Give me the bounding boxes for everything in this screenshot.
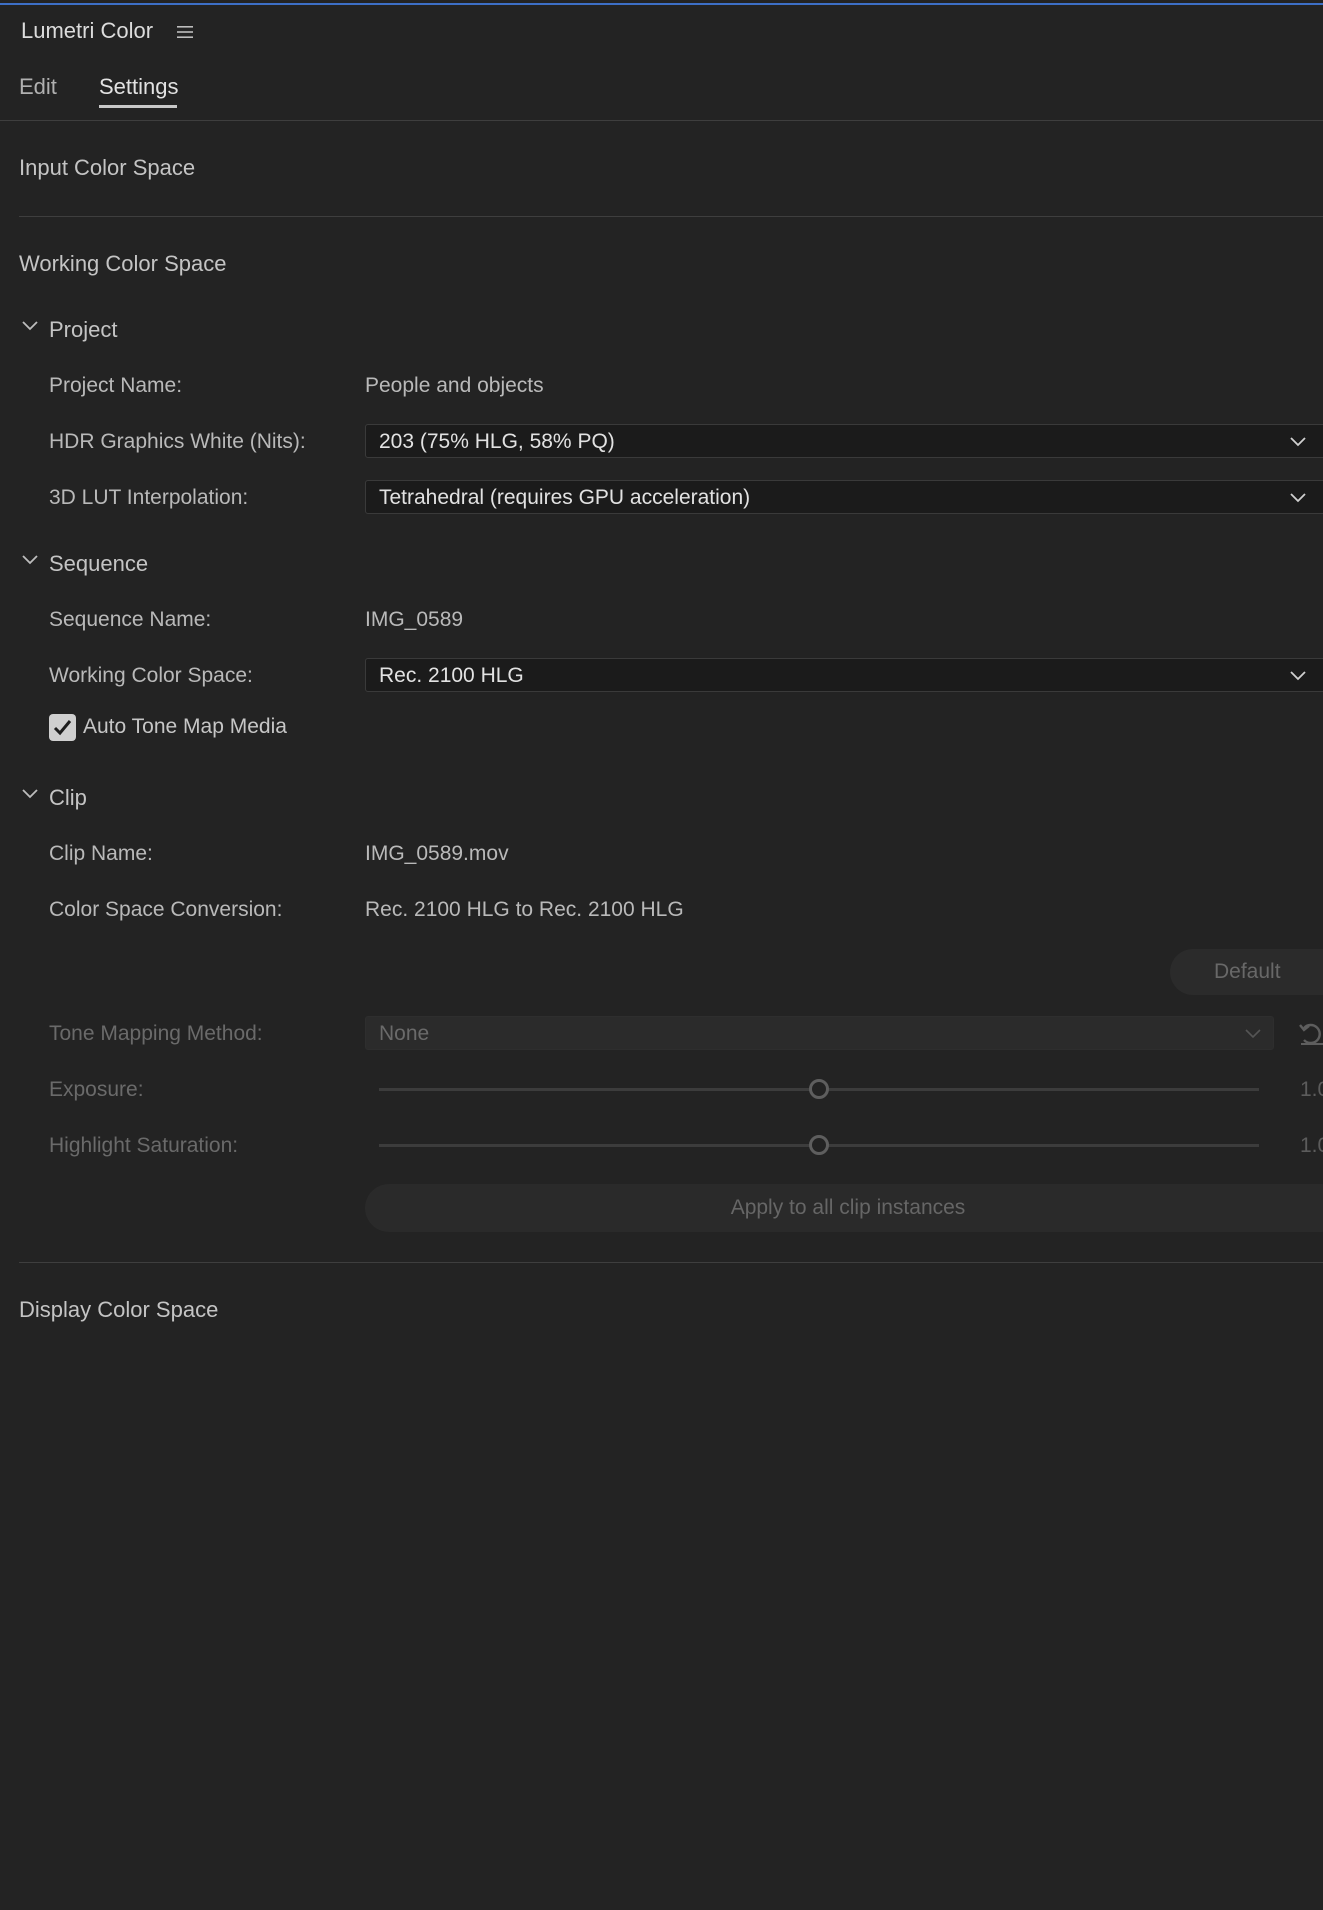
clip-name-label: Clip Name: <box>49 842 153 865</box>
apply-to-all-clips-button[interactable]: Apply to all clip instances <box>365 1184 1323 1232</box>
working-color-space-dropdown[interactable]: Rec. 2100 HLG <box>365 658 1323 692</box>
apply-to-all-clips-label: Apply to all clip instances <box>730 1196 966 1219</box>
highlight-saturation-slider-thumb[interactable] <box>809 1135 829 1155</box>
chevron-down-icon[interactable] <box>22 321 38 331</box>
project-name-label: Project Name: <box>49 374 183 397</box>
highlight-saturation-value[interactable]: 1.0 <box>1300 1134 1323 1158</box>
section-divider <box>19 1262 1323 1263</box>
reset-icon[interactable] <box>1298 1020 1323 1046</box>
chevron-down-icon <box>1245 1029 1261 1039</box>
tabs-divider <box>0 120 1323 121</box>
panel-top-accent <box>0 3 1323 5</box>
chevron-down-icon <box>1290 493 1306 503</box>
hdr-graphics-white-dropdown[interactable]: 203 (75% HLG, 58% PQ) <box>365 424 1323 458</box>
group-project-title[interactable]: Project <box>49 317 117 343</box>
default-button-label: Default <box>1214 960 1281 983</box>
working-color-space-label: Working Color Space: <box>49 664 253 687</box>
default-button[interactable]: Default <box>1170 949 1323 995</box>
tone-mapping-method-label: Tone Mapping Method: <box>49 1022 263 1045</box>
lut-interpolation-dropdown[interactable]: Tetrahedral (requires GPU acceleration) <box>365 480 1323 514</box>
exposure-slider-thumb[interactable] <box>809 1079 829 1099</box>
chevron-down-icon <box>1290 437 1306 447</box>
sequence-name-label: Sequence Name: <box>49 608 212 631</box>
hdr-graphics-white-value: 203 (75% HLG, 58% PQ) <box>379 430 615 453</box>
highlight-saturation-label: Highlight Saturation: <box>49 1134 239 1157</box>
highlight-saturation-slider[interactable] <box>379 1135 1259 1155</box>
hamburger-menu-icon[interactable] <box>177 25 193 39</box>
project-name-value: People and objects <box>365 374 544 397</box>
auto-tone-map-checkbox[interactable] <box>49 714 76 741</box>
section-divider <box>19 216 1323 217</box>
section-working-color-space[interactable]: Working Color Space <box>19 251 226 277</box>
hdr-graphics-white-label: HDR Graphics White (Nits): <box>49 430 306 453</box>
tab-settings[interactable]: Settings <box>99 74 179 100</box>
chevron-down-icon[interactable] <box>22 555 38 565</box>
section-input-color-space[interactable]: Input Color Space <box>19 155 195 181</box>
lut-interpolation-label: 3D LUT Interpolation: <box>49 486 249 509</box>
active-tab-indicator <box>99 105 177 108</box>
chevron-down-icon[interactable] <box>22 789 38 799</box>
working-color-space-value: Rec. 2100 HLG <box>379 664 524 687</box>
sequence-name-value: IMG_0589 <box>365 608 464 631</box>
tone-mapping-method-value: None <box>379 1022 430 1045</box>
lut-interpolation-value: Tetrahedral (requires GPU acceleration) <box>379 486 751 509</box>
section-display-color-space[interactable]: Display Color Space <box>19 1297 218 1323</box>
exposure-slider[interactable] <box>379 1079 1259 1099</box>
checkmark-icon <box>53 720 72 736</box>
color-space-conversion-label: Color Space Conversion: <box>49 898 283 921</box>
group-sequence-title[interactable]: Sequence <box>49 551 148 577</box>
tone-mapping-method-dropdown[interactable]: None <box>365 1016 1274 1050</box>
chevron-down-icon <box>1290 671 1306 681</box>
clip-name-value: IMG_0589.mov <box>365 842 509 865</box>
exposure-label: Exposure: <box>49 1078 144 1101</box>
tab-edit[interactable]: Edit <box>19 74 57 100</box>
exposure-value[interactable]: 1.0 <box>1300 1078 1323 1102</box>
auto-tone-map-label[interactable]: Auto Tone Map Media <box>83 715 287 739</box>
group-clip-title[interactable]: Clip <box>49 785 87 811</box>
color-space-conversion-value: Rec. 2100 HLG to Rec. 2100 HLG <box>365 898 684 921</box>
panel-title: Lumetri Color <box>21 18 154 43</box>
